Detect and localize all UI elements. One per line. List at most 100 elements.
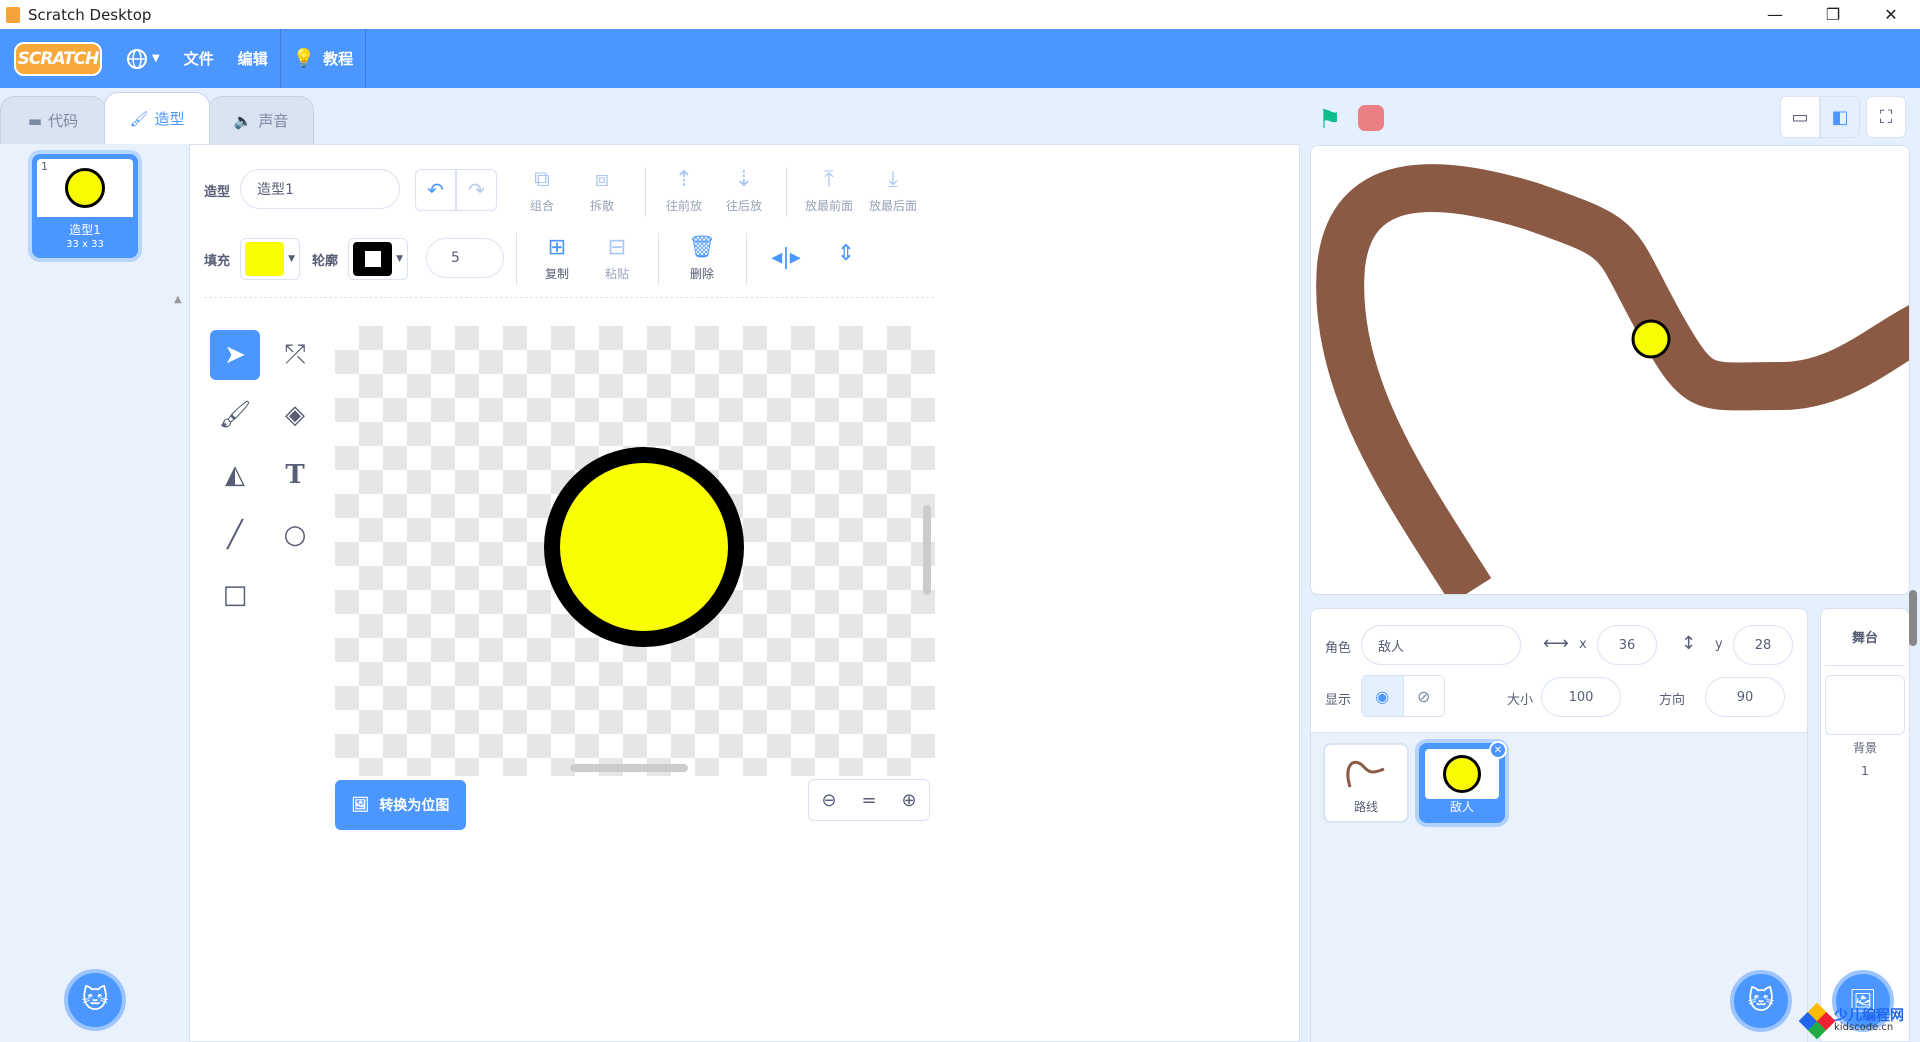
- flip-horizontal-icon: ◂|▸: [771, 245, 801, 270]
- small-stage-button[interactable]: ▭: [1780, 96, 1820, 138]
- close-icon: ✕: [1493, 744, 1503, 756]
- paint-canvas[interactable]: [335, 326, 935, 776]
- sprite-name-input[interactable]: 敌人: [1361, 625, 1521, 665]
- brush-tool[interactable]: 🖌: [210, 390, 260, 440]
- text-tool[interactable]: T: [270, 450, 320, 500]
- ungroup-icon: ⧈: [595, 167, 609, 192]
- normal-stage-button[interactable]: ◧: [1820, 96, 1860, 138]
- paste-button[interactable]: ⊟ 粘贴: [587, 235, 647, 282]
- tutorials-menu[interactable]: 💡 教程: [281, 29, 365, 88]
- backward-button[interactable]: ⇣ 往后放: [714, 167, 774, 214]
- file-menu[interactable]: 文件: [172, 29, 226, 88]
- redo-button[interactable]: ↷: [456, 169, 497, 211]
- fill-tool[interactable]: ◭: [210, 450, 260, 500]
- outline-width-input[interactable]: 5: [426, 238, 504, 278]
- visibility-toggle: ◉ ⊘: [1361, 675, 1445, 717]
- sprite-label: 角色: [1325, 641, 1352, 656]
- costume-list: 1 造型1 33 x 33 ▲: [0, 144, 190, 1042]
- tutorials-label: 教程: [323, 50, 354, 68]
- y-input[interactable]: 28: [1733, 625, 1793, 665]
- language-menu[interactable]: ▼: [114, 29, 172, 88]
- convert-label: 转换为位图: [379, 798, 450, 814]
- kidscode-watermark: 少儿编程网 kidscode.cn: [1798, 1002, 1920, 1040]
- stop-button[interactable]: [1358, 105, 1384, 131]
- eye-off-icon: ⊘: [1417, 686, 1431, 706]
- delete-sprite-button[interactable]: ✕: [1489, 741, 1507, 759]
- x-input[interactable]: 36: [1597, 625, 1657, 665]
- choose-costume-button[interactable]: 🐱: [64, 969, 126, 1031]
- zoom-reset-button[interactable]: =: [849, 780, 889, 820]
- brush-icon: 🖌: [129, 109, 149, 128]
- outline-color-picker[interactable]: ▼: [348, 238, 408, 280]
- ungroup-button[interactable]: ⧈ 拆散: [572, 167, 632, 214]
- sprite-tile-enemy[interactable]: 敌人 ✕: [1419, 741, 1507, 823]
- backdrop-count: 1: [1861, 764, 1869, 778]
- horizontal-scrollbar[interactable]: [570, 764, 688, 772]
- toolbar-divider: [746, 233, 747, 285]
- direction-label: 方向: [1659, 693, 1686, 708]
- normal-stage-icon: ◧: [1831, 106, 1849, 128]
- chevron-down-icon: ▼: [396, 254, 403, 264]
- eye-icon: ◉: [1375, 686, 1390, 706]
- green-flag-icon: ⚑: [1318, 105, 1342, 135]
- reshape-tool[interactable]: ⤱: [270, 330, 320, 380]
- brush-icon: 🖌: [218, 400, 252, 430]
- zoom-in-button[interactable]: ⊕: [889, 780, 929, 820]
- fullscreen-button[interactable]: ⛶: [1866, 96, 1906, 138]
- flip-horizontal-button[interactable]: ◂|▸: [756, 245, 816, 275]
- zoom-controls: ⊖ = ⊕: [808, 779, 930, 821]
- toolbar-divider: [645, 167, 646, 217]
- edit-menu[interactable]: 编辑: [226, 29, 280, 88]
- yellow-circle-shape[interactable]: [544, 447, 744, 647]
- eraser-tool[interactable]: ◈: [270, 390, 320, 440]
- tab-costumes[interactable]: 🖌 造型: [104, 92, 210, 144]
- copy-button[interactable]: ⊞ 复制: [527, 235, 587, 282]
- select-tool[interactable]: ➤: [210, 330, 260, 380]
- stage-canvas[interactable]: [1310, 145, 1910, 595]
- costume-name-input[interactable]: 造型1: [240, 169, 400, 209]
- line-tool[interactable]: ╱: [210, 510, 260, 560]
- scratch-logo[interactable]: SCRATCH: [14, 41, 102, 76]
- restore-button[interactable]: ❐: [1804, 0, 1862, 29]
- sprite-name: 敌人: [1449, 800, 1474, 814]
- show-button[interactable]: ◉: [1362, 676, 1404, 716]
- bring-to-front-button[interactable]: ⤒ 放最前面: [796, 167, 862, 214]
- outline-label: 轮廓: [312, 254, 339, 269]
- vertical-scrollbar[interactable]: [923, 505, 931, 595]
- tab-sounds[interactable]: 🔈 声音: [208, 96, 314, 144]
- fill-color-picker[interactable]: ▼: [240, 238, 300, 280]
- close-button[interactable]: ✕: [1862, 0, 1920, 29]
- flip-vertical-button[interactable]: ⇕: [816, 241, 876, 271]
- stage-svg: [1316, 164, 1909, 594]
- forward-button[interactable]: ⇡ 往前放: [654, 167, 714, 214]
- sprite-info-panel: 角色 敌人 ⟷ x 36 ↕ y 28 显示 ◉ ⊘ 大小 100 方向 90: [1311, 609, 1807, 733]
- sprite-tile-route[interactable]: 路线: [1323, 743, 1409, 823]
- hide-button[interactable]: ⊘: [1404, 676, 1445, 716]
- paste-icon: ⊟: [607, 235, 627, 260]
- minimize-button[interactable]: —: [1746, 0, 1804, 29]
- show-label: 显示: [1325, 693, 1352, 708]
- convert-to-bitmap-button[interactable]: 🖼 转换为位图: [335, 780, 466, 830]
- send-to-back-button[interactable]: ⤓ 放最后面: [860, 167, 926, 214]
- zoom-out-button[interactable]: ⊖: [809, 780, 849, 820]
- outline-swatch: [353, 242, 393, 276]
- arrow-up-top-icon: ⤒: [824, 167, 834, 192]
- size-input[interactable]: 100: [1541, 677, 1621, 717]
- choose-sprite-button[interactable]: 🐱: [1730, 970, 1792, 1032]
- delete-button[interactable]: 🗑 删除: [672, 235, 732, 282]
- rectangle-tool[interactable]: □: [210, 570, 260, 620]
- green-flag-button[interactable]: ⚑: [1318, 105, 1341, 135]
- tab-code[interactable]: ▬ 代码: [0, 96, 106, 144]
- group-label: 组合: [529, 199, 554, 213]
- toolbar-divider: [658, 233, 659, 285]
- group-button[interactable]: ⧉ 组合: [512, 167, 572, 214]
- scroll-up-arrow[interactable]: ▲: [174, 294, 182, 305]
- undo-button[interactable]: ↶: [415, 169, 456, 211]
- cursor-icon: ➤: [224, 340, 246, 370]
- page-scrollbar[interactable]: [1909, 590, 1917, 646]
- circle-tool[interactable]: ○: [270, 510, 320, 560]
- window-title: Scratch Desktop: [28, 5, 152, 24]
- size-label: 大小: [1507, 693, 1534, 708]
- costume-item[interactable]: 1 造型1 33 x 33: [32, 154, 138, 258]
- direction-input[interactable]: 90: [1705, 677, 1785, 717]
